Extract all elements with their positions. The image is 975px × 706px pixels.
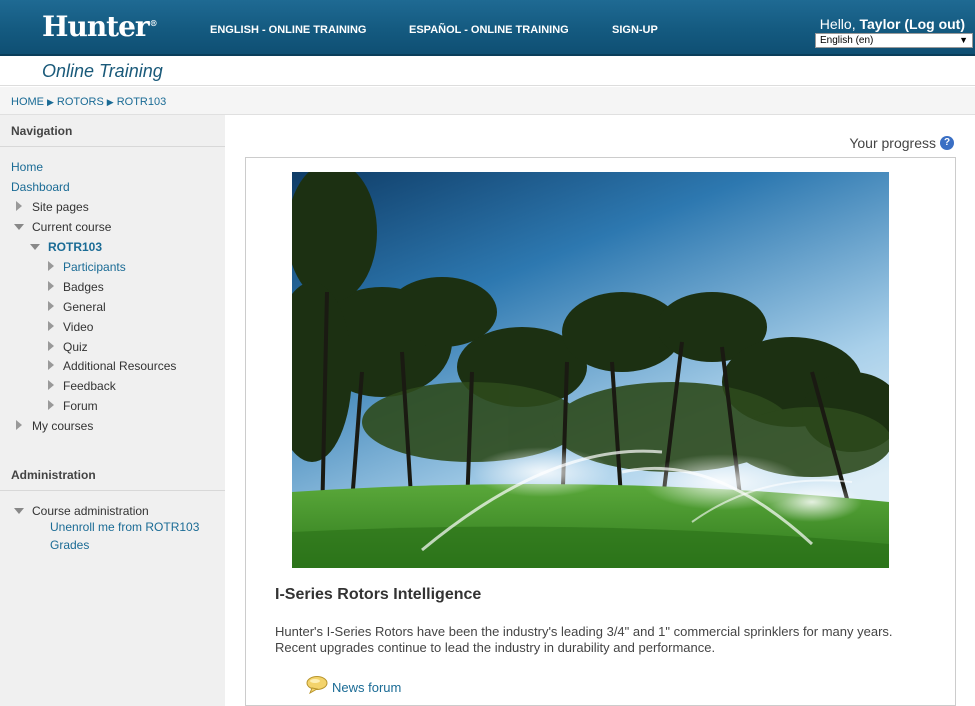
course-banner-image [292, 172, 889, 568]
expanded-arrow-icon[interactable] [14, 508, 24, 514]
navigation-block-title[interactable]: Navigation [11, 124, 72, 138]
nav-video[interactable]: Video [63, 320, 93, 334]
nav-my-courses[interactable]: My courses [32, 419, 93, 433]
collapsed-arrow-icon[interactable] [48, 380, 54, 390]
nav-feedback[interactable]: Feedback [63, 379, 116, 393]
nav-course-administration[interactable]: Course administration [32, 504, 149, 518]
nav-additional-resources[interactable]: Additional Resources [63, 359, 176, 373]
nav-forum[interactable]: Forum [63, 399, 98, 413]
collapsed-arrow-icon[interactable] [16, 420, 22, 430]
language-select[interactable]: English (en) ▼ [815, 33, 973, 48]
nav-english-training[interactable]: ENGLISH - ONLINE TRAINING [210, 24, 366, 36]
nav-sign-up[interactable]: SIGN-UP [612, 24, 658, 36]
collapsed-arrow-icon[interactable] [16, 201, 22, 211]
user-name[interactable]: Taylor [859, 16, 900, 32]
top-header: Hunter® ENGLISH - ONLINE TRAINING ESPAÑO… [0, 0, 975, 56]
expanded-arrow-icon[interactable] [14, 224, 24, 230]
breadcrumb-course[interactable]: ROTR103 [117, 96, 167, 108]
news-forum-link[interactable]: News forum [332, 680, 401, 695]
nav-quiz[interactable]: Quiz [63, 340, 88, 354]
user-greeting: Hello, Taylor (Log out) [819, 16, 965, 32]
collapsed-arrow-icon[interactable] [48, 321, 54, 331]
collapsed-arrow-icon[interactable] [48, 301, 54, 311]
unenroll-link[interactable]: Unenroll me from ROTR103 [50, 520, 199, 534]
nav-site-pages[interactable]: Site pages [32, 200, 89, 214]
site-title[interactable]: Online Training [42, 61, 163, 82]
collapsed-arrow-icon[interactable] [48, 281, 54, 291]
breadcrumb-home[interactable]: HOME [11, 96, 44, 108]
breadcrumb-separator-icon: ▶ [106, 97, 114, 107]
section-title: I-Series Rotors Intelligence [275, 586, 482, 603]
breadcrumb-rotors[interactable]: ROTORS [57, 96, 104, 108]
breadcrumb-separator-icon: ▶ [47, 97, 54, 107]
nav-current-course[interactable]: Current course [32, 220, 111, 234]
nav-participants[interactable]: Participants [63, 260, 126, 274]
hunter-logo[interactable]: Hunter® [42, 10, 158, 43]
nav-espanol-training[interactable]: ESPAÑOL - ONLINE TRAINING [409, 24, 569, 36]
grades-link[interactable]: Grades [50, 538, 89, 552]
section-summary: Hunter's I-Series Rotors have been the i… [275, 624, 893, 655]
divider [0, 490, 225, 491]
your-progress-label: Your progress [849, 135, 936, 151]
expanded-arrow-icon[interactable] [30, 244, 40, 250]
nav-badges[interactable]: Badges [63, 280, 104, 294]
dropdown-arrow-icon: ▼ [959, 35, 968, 45]
administration-block-title[interactable]: Administration [11, 468, 96, 482]
collapsed-arrow-icon[interactable] [48, 261, 54, 271]
nav-general[interactable]: General [63, 300, 106, 314]
collapsed-arrow-icon[interactable] [48, 360, 54, 370]
nav-course-rotr103[interactable]: ROTR103 [48, 240, 102, 254]
nav-home[interactable]: Home [11, 160, 43, 174]
nav-dashboard[interactable]: Dashboard [11, 180, 70, 194]
collapsed-arrow-icon[interactable] [48, 400, 54, 410]
logout-link[interactable]: (Log out) [904, 16, 965, 32]
breadcrumb-bar: HOME ▶ ROTORS ▶ ROTR103 [0, 87, 975, 115]
help-icon[interactable]: ? [940, 136, 954, 150]
breadcrumb: HOME ▶ ROTORS ▶ ROTR103 [11, 96, 166, 108]
collapsed-arrow-icon[interactable] [48, 341, 54, 351]
forum-speech-bubble-icon[interactable] [306, 676, 328, 697]
divider [0, 146, 225, 147]
site-subheader: Online Training [0, 56, 975, 86]
